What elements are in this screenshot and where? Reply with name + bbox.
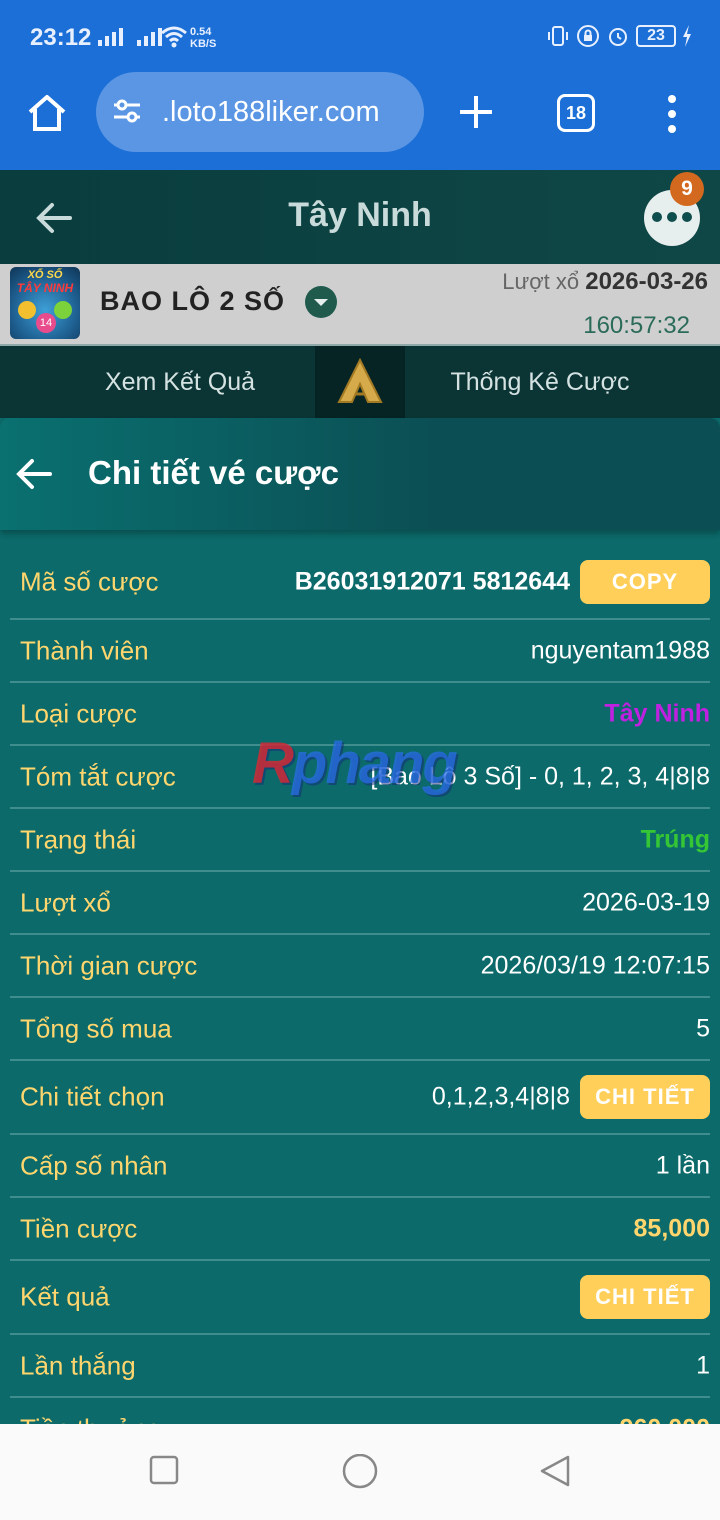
row-member: Thành viên nguyentam1988 — [10, 620, 710, 683]
watermark-logo: Rphang — [252, 731, 458, 796]
detail-header: Chi tiết vé cược — [0, 418, 720, 530]
row-draw: Lượt xổ 2026-03-19 — [10, 872, 710, 935]
row-status: Trạng thái Trúng — [10, 809, 710, 872]
chevron-down-icon — [314, 299, 328, 306]
countdown-timer: 160:57:32 — [583, 312, 690, 339]
dots-icon — [652, 212, 692, 222]
system-nav-bar — [0, 1424, 720, 1520]
selection-detail-button[interactable]: CHI TIẾT — [580, 1075, 710, 1119]
url-field[interactable]: .loto188liker.com — [96, 72, 424, 152]
site-settings-icon[interactable] — [112, 98, 142, 124]
status-time: 23:12 — [30, 24, 92, 51]
url-text: .loto188liker.com — [162, 96, 380, 128]
row-multiplier: Cấp số nhân 1 lần — [10, 1135, 710, 1198]
page-title: Tây Ninh — [288, 196, 432, 234]
battery-icon: 23 — [636, 25, 676, 47]
browser-chrome: 23:12 0.54 KB/S 23 .loto188liker.com 18 — [0, 0, 720, 170]
detail-rows: Mã số cược B26031912071 5812644 COPY Thà… — [10, 546, 710, 1461]
alarm-icon — [609, 28, 627, 46]
result-detail-button[interactable]: CHI TIẾT — [580, 1275, 710, 1319]
wifi-icon — [161, 26, 187, 48]
detail-title: Chi tiết vé cược — [88, 454, 339, 491]
back-nav-icon[interactable] — [538, 1454, 572, 1488]
row-bet-amount: Tiền cược 85,000 — [10, 1198, 710, 1261]
row-selection-detail: Chi tiết chọn 0,1,2,3,4|8|8 CHI TIẾT — [10, 1061, 710, 1135]
address-bar: .loto188liker.com 18 — [0, 70, 720, 160]
home-icon[interactable] — [26, 92, 68, 134]
row-total-purchase: Tổng số mua 5 — [10, 998, 710, 1061]
row-bet-code: Mã số cược B26031912071 5812644 COPY — [10, 546, 710, 620]
row-bet-time: Thời gian cược 2026/03/19 12:07:15 — [10, 935, 710, 998]
draw-info: Lượt xổ 2026-03-26 — [502, 268, 708, 295]
game-name[interactable]: BAO LÔ 2 SỐ — [100, 286, 285, 317]
app-header: Tây Ninh — [0, 170, 720, 264]
notification-badge: 9 — [670, 172, 704, 206]
bet-detail-panel: Chi tiết vé cược Mã số cược B26031912071… — [0, 418, 720, 1461]
vibrate-icon — [548, 26, 568, 46]
home-nav-icon[interactable] — [341, 1454, 379, 1492]
back-arrow-icon[interactable] — [14, 454, 54, 494]
sub-tabs: Xem Kết Quả Thống Kê Cược — [0, 346, 720, 418]
tab-switcher-button[interactable]: 18 — [557, 94, 595, 132]
charging-icon — [683, 25, 691, 47]
status-badge: Trúng — [640, 825, 710, 853]
cellular-signal-icon — [98, 28, 162, 46]
new-tab-icon[interactable] — [456, 92, 496, 132]
lock-rotation-icon — [577, 25, 599, 47]
tab-results[interactable]: Xem Kết Quả — [0, 368, 360, 397]
bet-code-value: B26031912071 5812644 — [294, 567, 570, 596]
row-win-count: Lần thắng 1 — [10, 1335, 710, 1398]
tab-bet-stats[interactable]: Thống Kê Cược — [360, 368, 720, 397]
row-result: Kết quả CHI TIẾT — [10, 1261, 710, 1335]
more-options-icon[interactable] — [664, 94, 680, 134]
copy-button[interactable]: COPY — [580, 560, 710, 604]
recents-icon[interactable] — [148, 1454, 180, 1486]
game-dropdown-button[interactable] — [305, 286, 337, 318]
status-bar: 23:12 0.54 KB/S 23 — [0, 0, 720, 70]
status-icons: 23 — [546, 24, 692, 48]
network-speed: 0.54 KB/S — [190, 26, 217, 50]
game-logo: XỔ SỐ TÂY NINH 14 — [10, 267, 80, 339]
